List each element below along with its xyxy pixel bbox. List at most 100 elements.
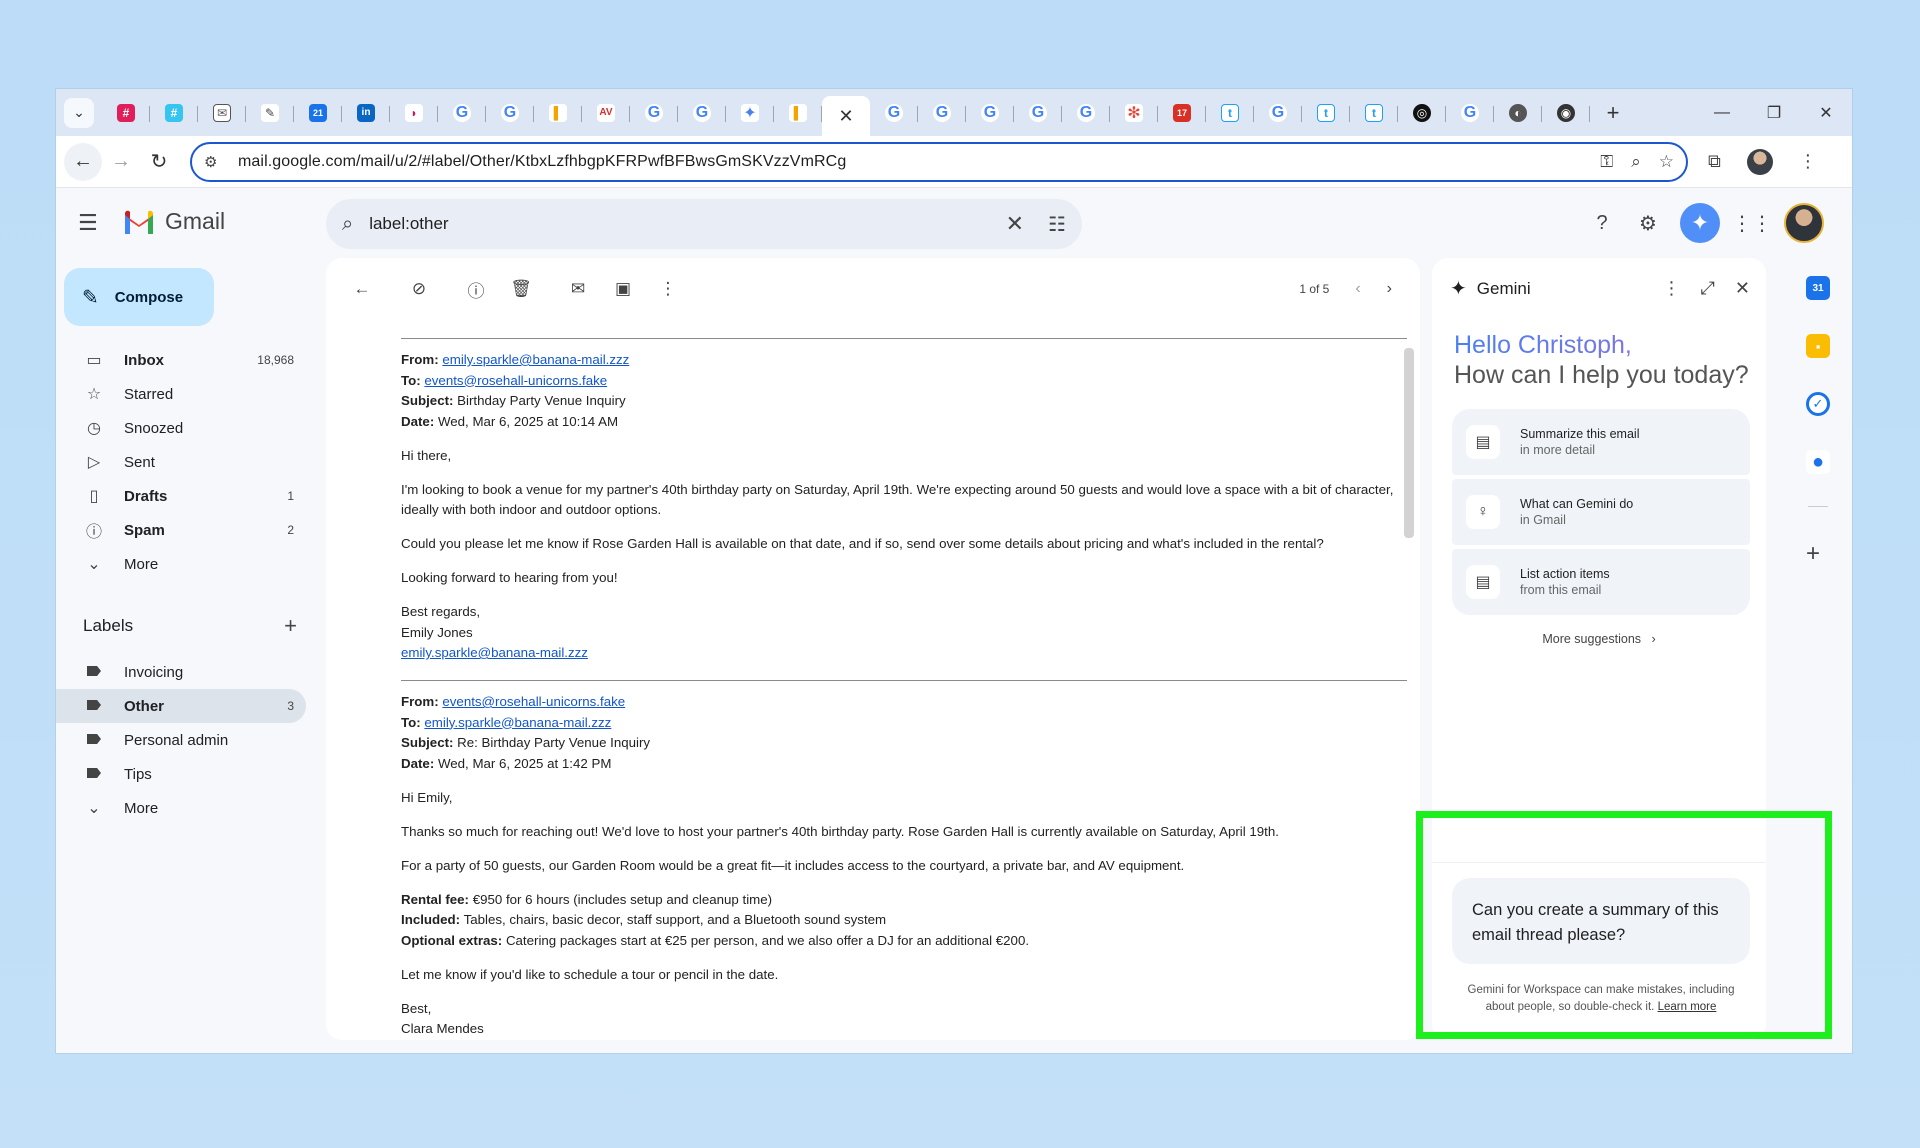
tab[interactable]: G [1062, 95, 1110, 131]
tab[interactable]: AV [582, 95, 630, 131]
tab[interactable]: ◎ [1398, 95, 1446, 131]
tab[interactable]: 17 [1158, 95, 1206, 131]
suggestion-summarize[interactable]: ▤ Summarize this email in more detail [1452, 409, 1750, 475]
nav-item-snoozed[interactable]: ◷ Snoozed [56, 411, 306, 445]
to-link[interactable]: events@rosehall-unicorns.fake [424, 373, 607, 388]
tab[interactable]: G [438, 95, 486, 131]
close-window-icon[interactable]: ✕ [1800, 89, 1852, 136]
add-label-icon[interactable]: + [284, 613, 297, 639]
chevron-right-icon[interactable]: › [1387, 280, 1392, 298]
label-item-tips[interactable]: Tips [56, 757, 306, 791]
more-suggestions-link[interactable]: More suggestions › [1432, 632, 1766, 646]
tasks-icon[interactable]: ✓ [1806, 392, 1830, 416]
new-tab-button[interactable]: + [1596, 96, 1630, 130]
label-item-personal-admin[interactable]: Personal admin [56, 723, 306, 757]
more-vert-icon[interactable]: ⋮ [1663, 278, 1681, 299]
nav-item-spam[interactable]: ⓘ Spam 2 [56, 513, 306, 547]
from-link[interactable]: events@rosehall-unicorns.fake [442, 694, 625, 709]
contacts-icon[interactable]: ● [1806, 450, 1830, 474]
tab-active[interactable]: ✕ [822, 96, 870, 136]
tab[interactable]: in [342, 95, 390, 131]
url-text[interactable]: mail.google.com/mail/u/2/#label/Other/Kt… [238, 153, 1600, 171]
search-options-icon[interactable]: ☷ [1048, 212, 1066, 237]
chevron-left-icon[interactable]: ‹ [1355, 280, 1360, 298]
tab[interactable]: t [1206, 95, 1254, 131]
zoom-icon[interactable]: ⌕ [1631, 152, 1641, 172]
search-bar[interactable]: ⌕ ✕ ☷ [326, 199, 1082, 249]
label-item-invoicing[interactable]: Invoicing [56, 655, 306, 689]
minimize-icon[interactable]: — [1696, 89, 1748, 136]
tab[interactable]: ✉ [198, 95, 246, 131]
key-icon[interactable]: ⚿ [1600, 152, 1613, 172]
label-item-more[interactable]: ⌄ More [56, 791, 306, 825]
tab[interactable]: G [966, 95, 1014, 131]
tab[interactable]: # [102, 95, 150, 131]
report-spam-icon[interactable]: ⓘ [456, 269, 496, 309]
tab[interactable]: G [870, 95, 918, 131]
tab[interactable]: ▌ [774, 95, 822, 131]
tab[interactable]: G [1014, 95, 1062, 131]
tab[interactable]: ◉ [1542, 95, 1590, 131]
tab[interactable]: G [1446, 95, 1494, 131]
nav-item-inbox[interactable]: ▭ Inbox 18,968 [56, 343, 306, 377]
back-button[interactable]: ← [64, 142, 102, 181]
tab[interactable]: ✻ [1110, 95, 1158, 131]
apps-grid-icon[interactable]: ⋮⋮ [1732, 209, 1772, 237]
bookmark-star-icon[interactable]: ☆ [1659, 152, 1674, 172]
move-to-icon[interactable]: ▣ [603, 269, 643, 309]
kebab-menu-icon[interactable]: ⋮ [1799, 151, 1817, 172]
nav-item-sent[interactable]: ▷ Sent [56, 445, 306, 479]
more-vert-icon[interactable]: ⋮ [648, 269, 688, 309]
account-avatar[interactable] [1784, 203, 1824, 243]
reload-button[interactable]: ↻ [140, 143, 178, 181]
gmail-logo[interactable]: Gmail [123, 208, 225, 235]
tab[interactable]: t [1350, 95, 1398, 131]
gear-icon[interactable]: ⚙ [1634, 209, 1662, 237]
tab[interactable]: G [678, 95, 726, 131]
calendar-icon[interactable]: 31 [1806, 276, 1830, 300]
signature-email-link[interactable]: emily.sparkle@banana-mail.zzz [401, 645, 588, 660]
tab[interactable]: 21 [294, 95, 342, 131]
profile-avatar[interactable] [1746, 148, 1773, 175]
arrow-left-icon[interactable]: ← [342, 269, 382, 309]
hamburger-menu-icon[interactable]: ☰ [78, 210, 98, 236]
tab[interactable]: ◗ [390, 95, 438, 131]
expand-icon[interactable]: ⤢ [1701, 278, 1715, 299]
suggestion-what-can-gemini-do[interactable]: ♀ What can Gemini do in Gmail [1452, 479, 1750, 545]
tab[interactable]: ▌ [534, 95, 582, 131]
tab[interactable]: t [1302, 95, 1350, 131]
gemini-toggle-button[interactable]: ✦ [1680, 203, 1720, 243]
extensions-icon[interactable]: ⧉ [1708, 151, 1721, 172]
tab[interactable]: G [630, 95, 678, 131]
tab[interactable]: ◐ [1494, 95, 1542, 131]
to-link[interactable]: emily.sparkle@banana-mail.zzz [424, 715, 611, 730]
tab[interactable]: G [486, 95, 534, 131]
tab[interactable]: # [150, 95, 198, 131]
restore-icon[interactable]: ❐ [1748, 89, 1800, 136]
suggestion-action-items[interactable]: ▤ List action items from this email [1452, 549, 1750, 615]
keep-icon[interactable]: ▪ [1806, 334, 1830, 358]
tab-search-button[interactable]: ⌄ [64, 97, 94, 128]
nav-item-more[interactable]: ⌄ More [56, 547, 306, 581]
hide-label-icon[interactable]: ⊘ [399, 269, 439, 309]
compose-button[interactable]: ✎ Compose [64, 268, 214, 326]
forward-button[interactable]: → [102, 143, 140, 181]
nav-item-drafts[interactable]: ▯ Drafts 1 [56, 479, 306, 513]
close-icon[interactable]: ✕ [838, 106, 853, 127]
label-item-other[interactable]: Other 3 [56, 689, 306, 723]
mark-unread-icon[interactable]: ✉ [558, 269, 598, 309]
search-input[interactable] [369, 214, 1006, 234]
help-icon[interactable]: ? [1588, 209, 1616, 237]
tab[interactable]: G [918, 95, 966, 131]
tab[interactable]: ✎ [246, 95, 294, 131]
site-info-icon[interactable]: ⚙ [204, 153, 224, 171]
tab[interactable]: G [1254, 95, 1302, 131]
address-bar[interactable]: ⚙ mail.google.com/mail/u/2/#label/Other/… [190, 141, 1688, 182]
from-link[interactable]: emily.sparkle@banana-mail.zzz [442, 352, 629, 367]
nav-item-starred[interactable]: ☆ Starred [56, 377, 306, 411]
tab[interactable]: ✦ [726, 95, 774, 131]
search-icon[interactable]: ⌕ [342, 213, 353, 236]
plus-icon[interactable]: + [1806, 540, 1820, 568]
trash-icon[interactable]: 🗑 [501, 269, 541, 309]
clear-search-icon[interactable]: ✕ [1006, 211, 1024, 237]
